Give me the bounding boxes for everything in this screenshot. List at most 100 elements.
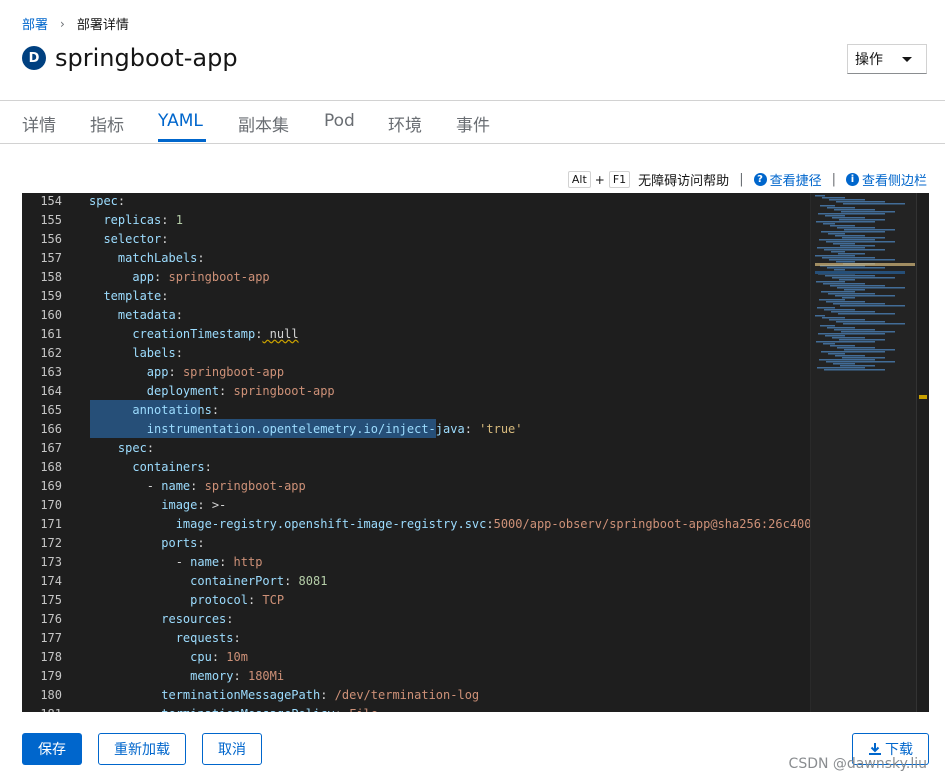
code-text: instrumentation.opentelemetry.io/inject-… — [146, 422, 523, 436]
code-text: selector: — [103, 232, 169, 246]
line-number: 167 — [40, 441, 62, 455]
page-header: D springboot-app — [22, 44, 238, 72]
tab-bar: 详情 指标 YAML 副本集 Pod 环境 事件 — [0, 100, 945, 144]
breadcrumb-deployments-link[interactable]: 部署 — [22, 14, 48, 33]
code-text: containerPort: 8081 — [190, 574, 328, 588]
code-text: template: — [103, 289, 169, 303]
code-line: 159 template: — [22, 287, 810, 306]
line-number: 172 — [40, 536, 62, 550]
actions-label: 操作 — [855, 52, 883, 68]
line-number: 160 — [40, 308, 62, 322]
save-button[interactable]: 保存 — [22, 733, 82, 765]
code-text: - name: http — [175, 555, 263, 569]
code-text: terminationMessagePolicy: File — [89, 705, 378, 712]
accessibility-help-text: 无障碍访问帮助 — [638, 174, 730, 189]
code-line: 176 resources: — [22, 610, 810, 629]
code-text: app: springboot-app — [132, 270, 270, 284]
line-number: 178 — [40, 650, 62, 664]
tab-environment[interactable]: 环境 — [388, 111, 422, 136]
code-line: 161 creationTimestamp: null — [22, 325, 810, 344]
code-line: 166 instrumentation.opentelemetry.io/inj… — [22, 420, 810, 439]
code-line: 174 containerPort: 8081 — [22, 572, 810, 591]
code-line: 158 app: springboot-app — [22, 268, 810, 287]
code-text: ports: — [161, 536, 205, 550]
line-number: 156 — [40, 232, 62, 246]
line-number: 168 — [40, 460, 62, 474]
alt-key: Alt — [567, 171, 591, 188]
code-text: labels: — [132, 346, 183, 360]
code-text: app: springboot-app — [146, 365, 285, 379]
code-line: 154 spec: — [22, 193, 810, 211]
line-number: 170 — [40, 498, 62, 512]
code-text: creationTimestamp: null — [132, 327, 299, 341]
caret-down-icon — [902, 56, 912, 62]
line-number: 169 — [40, 479, 62, 493]
code-line: 160 metadata: — [22, 306, 810, 325]
line-number: 163 — [40, 365, 62, 379]
code-text: deployment: springboot-app — [146, 384, 335, 398]
divider: | — [739, 172, 744, 187]
editor-help-bar: Alt + F1 无障碍访问帮助 | ? 查看捷径 | i 查看侧边栏 — [567, 170, 927, 189]
line-number: 173 — [40, 555, 62, 569]
tab-yaml[interactable]: YAML — [158, 111, 203, 131]
code-line: 162 labels: — [22, 344, 810, 363]
breadcrumb-current: 部署详情 — [76, 18, 129, 33]
code-line: 155 replicas: 1 — [22, 211, 810, 230]
line-number: 157 — [40, 251, 62, 265]
code-line: 171 image-registry.openshift-image-regis… — [22, 515, 898, 534]
code-text: terminationMessagePath: /dev/termination… — [161, 688, 480, 702]
editor-scrollbar[interactable] — [916, 193, 929, 712]
line-number: 159 — [40, 289, 62, 303]
line-number: 181 — [22, 705, 62, 712]
cancel-button[interactable]: 取消 — [202, 733, 262, 765]
code-line: 180 terminationMessagePath: /dev/termina… — [22, 686, 810, 705]
line-number: 161 — [40, 327, 62, 341]
reload-button[interactable]: 重新加载 — [98, 733, 186, 765]
deployment-badge-icon: D — [22, 46, 46, 70]
tab-details[interactable]: 详情 — [22, 111, 56, 136]
tab-metrics[interactable]: 指标 — [90, 111, 124, 136]
code-text: containers: — [132, 460, 212, 474]
code-text: spec: — [117, 441, 155, 455]
yaml-editor[interactable]: 154 spec: 155 replicas: 1 156 selector: 157 … — [22, 193, 929, 712]
line-number: 154 — [40, 194, 62, 208]
line-number: 165 — [40, 403, 62, 417]
code-line: 175 protocol: TCP — [22, 591, 810, 610]
view-sidebar-link[interactable]: i 查看侧边栏 — [845, 170, 927, 189]
actions-dropdown[interactable]: 操作 — [847, 44, 927, 74]
tab-replicasets[interactable]: 副本集 — [238, 111, 289, 136]
code-text: matchLabels: — [117, 251, 205, 265]
question-circle-icon: ? — [753, 173, 767, 186]
info-circle-icon: i — [845, 173, 859, 186]
code-text: protocol: TCP — [190, 593, 285, 607]
code-line: 178 cpu: 10m — [22, 648, 810, 667]
code-text: replicas: 1 — [103, 213, 183, 227]
code-line: 157 matchLabels: — [22, 249, 810, 268]
code-line: 168 containers: — [22, 458, 810, 477]
view-sidebar-label: 查看侧边栏 — [861, 174, 927, 189]
download-icon — [869, 743, 881, 755]
line-number: 174 — [40, 574, 62, 588]
code-text: metadata: — [117, 308, 183, 322]
code-text: image: >- — [161, 498, 227, 512]
tab-pods[interactable]: Pod — [324, 111, 355, 131]
line-number: 162 — [40, 346, 62, 360]
code-line: 164 deployment: springboot-app — [22, 382, 810, 401]
code-text: resources: — [161, 612, 234, 626]
code-line: 177 requests: — [22, 629, 810, 648]
plus-sign: + — [594, 172, 605, 187]
view-shortcuts-link[interactable]: ? 查看捷径 — [753, 170, 822, 189]
tab-events[interactable]: 事件 — [456, 111, 490, 136]
active-tab-indicator — [158, 139, 206, 142]
code-line: 172 ports: — [22, 534, 810, 553]
line-number: 175 — [40, 593, 62, 607]
code-line: 170 image: >- — [22, 496, 810, 515]
line-number: 179 — [40, 669, 62, 683]
code-line: 181 terminationMessagePolicy: File — [22, 705, 810, 712]
breadcrumb-separator-icon: › — [60, 16, 65, 31]
code-line: 167 spec: — [22, 439, 810, 458]
scroll-marker — [919, 395, 927, 399]
editor-minimap[interactable] — [810, 193, 918, 712]
line-number: 166 — [40, 422, 62, 436]
code-text: annotations: — [132, 403, 220, 417]
